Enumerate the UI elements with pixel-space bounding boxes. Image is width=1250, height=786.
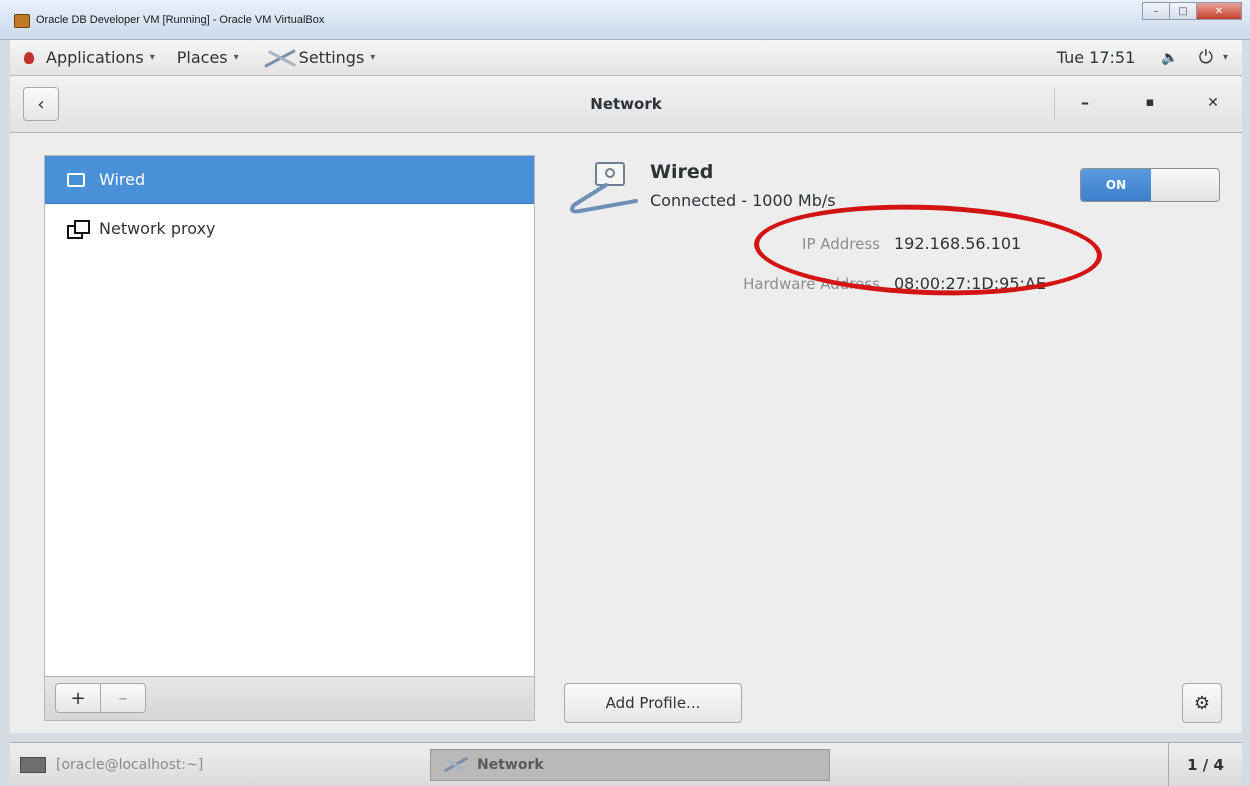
wired-connection-icon bbox=[570, 162, 638, 214]
header-separator bbox=[1054, 88, 1055, 120]
taskbar-network-window[interactable]: Network bbox=[430, 749, 830, 781]
remove-device-button[interactable]: – bbox=[100, 683, 146, 713]
close-button[interactable]: ✕ bbox=[1200, 95, 1226, 111]
clock[interactable]: Tue 17:51 bbox=[1057, 48, 1136, 67]
frame-left-edge bbox=[0, 76, 10, 742]
add-profile-button[interactable]: Add Profile... bbox=[564, 683, 742, 723]
workspace-indicator[interactable]: 1 / 4 bbox=[1168, 743, 1242, 786]
chevron-down-icon: ▾ bbox=[233, 52, 239, 63]
tools-icon bbox=[441, 755, 469, 775]
settings-app-menu[interactable]: Settings ▾ bbox=[261, 48, 376, 68]
tools-icon bbox=[261, 48, 297, 68]
sidebar-item-label: Network proxy bbox=[99, 218, 216, 238]
volume-icon[interactable]: 🔈 bbox=[1161, 50, 1178, 66]
switch-on-label: ON bbox=[1081, 169, 1151, 201]
taskbar-network-label: Network bbox=[477, 757, 544, 773]
host-minimize-button[interactable]: – bbox=[1142, 2, 1170, 20]
gear-icon[interactable]: ⚙ bbox=[1182, 683, 1222, 723]
wired-toggle-switch[interactable]: ON bbox=[1080, 168, 1220, 202]
virtualbox-icon bbox=[14, 14, 30, 28]
host-window-title: Oracle DB Developer VM [Running] - Oracl… bbox=[36, 14, 325, 26]
device-list: Wired Network proxy bbox=[44, 155, 535, 677]
frame-right-edge bbox=[1242, 76, 1250, 742]
system-menu-chevron-icon[interactable]: ▾ bbox=[1223, 52, 1228, 63]
host-window-controls: – □ ✕ bbox=[1142, 2, 1242, 20]
host-window-titlebar: Oracle DB Developer VM [Running] - Oracl… bbox=[0, 0, 1250, 40]
taskbar-terminal-label: [oracle@localhost:~] bbox=[56, 757, 204, 773]
network-panel: Wired Network proxy + – Wired Connected … bbox=[10, 133, 1242, 733]
sidebar-item-wired[interactable]: Wired bbox=[45, 156, 534, 204]
connection-title: Wired bbox=[650, 161, 714, 183]
terminal-icon bbox=[20, 757, 46, 773]
power-icon[interactable]: ⏻ bbox=[1199, 47, 1213, 68]
add-device-button[interactable]: + bbox=[55, 683, 101, 713]
wired-device-icon bbox=[67, 172, 85, 187]
taskbar-terminal-window[interactable]: [oracle@localhost:~] bbox=[10, 749, 410, 781]
places-menu[interactable]: Places ▾ bbox=[177, 48, 239, 67]
host-maximize-button[interactable]: □ bbox=[1169, 2, 1197, 20]
host-close-button[interactable]: ✕ bbox=[1196, 2, 1242, 20]
sidebar-item-network-proxy[interactable]: Network proxy bbox=[45, 204, 534, 252]
window-list-taskbar: [oracle@localhost:~] Network 1 / 4 bbox=[10, 742, 1242, 786]
chevron-down-icon: ▾ bbox=[370, 52, 376, 63]
sidebar-item-label: Wired bbox=[99, 170, 146, 189]
gnome-foot-icon bbox=[24, 51, 34, 64]
gnome-top-bar: Applications ▾ Places ▾ Settings ▾ Tue 1… bbox=[10, 40, 1242, 76]
settings-header-bar: ‹ Network – ▪ ✕ bbox=[10, 76, 1242, 133]
device-list-toolbar: + – bbox=[44, 677, 535, 721]
places-menu-label: Places bbox=[176, 48, 228, 67]
applications-menu[interactable]: Applications ▾ bbox=[24, 48, 155, 67]
minimize-button[interactable]: – bbox=[1072, 93, 1098, 112]
page-title: Network bbox=[590, 95, 662, 113]
applications-menu-label: Applications bbox=[46, 48, 144, 67]
network-proxy-icon bbox=[67, 220, 90, 239]
connection-status: Connected - 1000 Mb/s bbox=[650, 191, 836, 210]
settings-app-menu-label: Settings bbox=[298, 48, 365, 67]
maximize-button[interactable]: ▪ bbox=[1137, 95, 1163, 110]
chevron-down-icon: ▾ bbox=[149, 52, 155, 63]
